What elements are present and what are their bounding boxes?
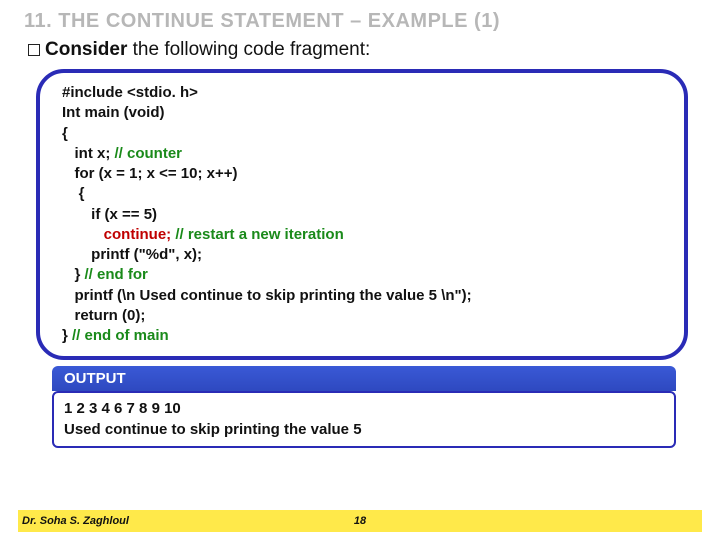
code-line: if (x == 5) — [62, 206, 157, 223]
code-line: { — [62, 185, 85, 202]
consider-rest: the following code fragment: — [127, 39, 370, 60]
code-line: printf (\n Used continue to skip printin… — [62, 287, 472, 304]
code-comment: // restart a new iteration — [175, 226, 343, 243]
output-line: Used continue to skip printing the value… — [64, 421, 362, 438]
output-label: OUTPUT — [52, 366, 676, 391]
author-name: Dr. Soha S. Zaghloul — [22, 515, 129, 527]
consider-line: Consider the following code fragment: — [28, 39, 696, 61]
slide: 11. THE CONTINUE STATEMENT – EXAMPLE (1)… — [0, 0, 720, 540]
code-line: printf ("%d", x); — [62, 246, 202, 263]
code-line: #include <stdio. h> — [62, 84, 198, 101]
code-line: for (x = 1; x <= 10; x++) — [62, 165, 238, 182]
code-keyword-continue: continue; — [62, 226, 175, 243]
slide-title: 11. THE CONTINUE STATEMENT – EXAMPLE (1) — [24, 10, 696, 33]
output-line: 1 2 3 4 6 7 8 9 10 — [64, 400, 181, 417]
code-comment: // end for — [85, 266, 148, 283]
consider-bold: Consider — [45, 39, 127, 60]
code-comment: // end of main — [72, 327, 169, 344]
page-number: 18 — [354, 515, 366, 527]
footer-bar: Dr. Soha S. Zaghloul 18 — [18, 510, 702, 532]
code-line: return (0); — [62, 307, 145, 324]
code-box: #include <stdio. h> Int main (void) { in… — [36, 69, 688, 360]
code-line: Int main (void) — [62, 104, 165, 121]
code-line: } — [62, 327, 72, 344]
code-line: } — [62, 266, 85, 283]
code-comment: // counter — [115, 145, 183, 162]
bullet-box-icon — [28, 44, 40, 56]
output-box: 1 2 3 4 6 7 8 9 10 Used continue to skip… — [52, 391, 676, 448]
code-line: { — [62, 125, 68, 142]
code-line: int x; — [62, 145, 115, 162]
